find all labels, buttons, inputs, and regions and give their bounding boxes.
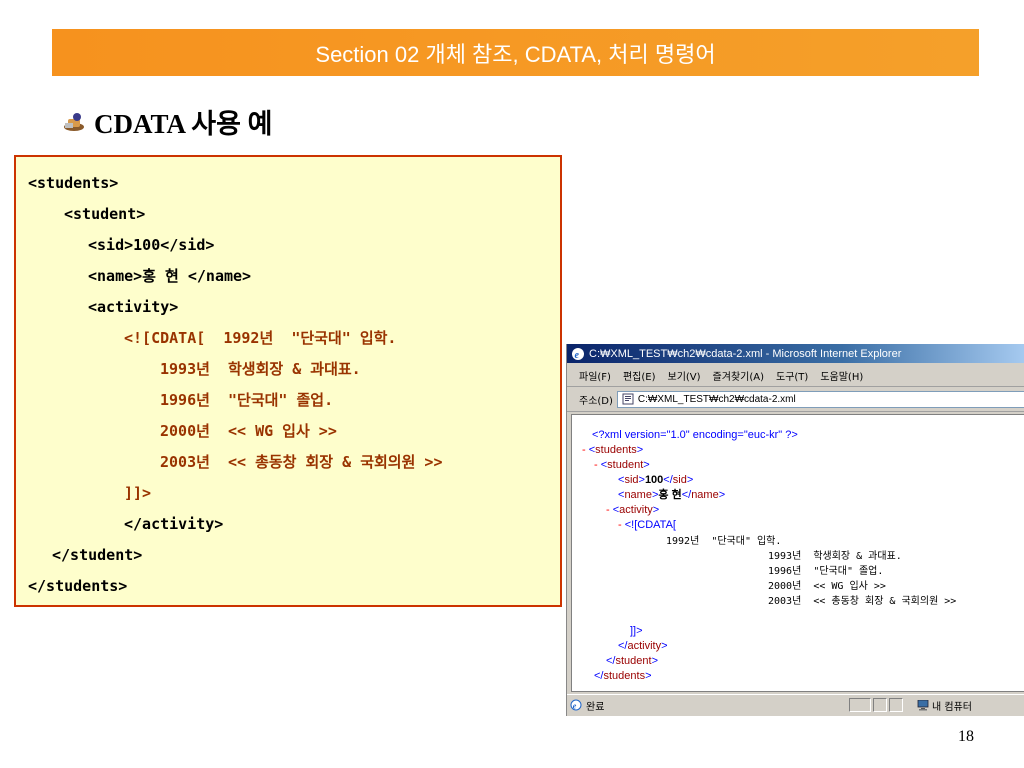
- code-line: <students>: [28, 174, 119, 192]
- svg-text:e: e: [573, 702, 577, 711]
- xml-declaration: <?xml version="1.0" encoding="euc-kr" ?>: [592, 429, 798, 442]
- cdata-text-line: 1993년 학생회장 & 과대표.: [768, 551, 902, 562]
- xml-node-student[interactable]: - <student>: [594, 459, 650, 472]
- code-line: <activity>: [88, 298, 179, 316]
- page-number: 18: [958, 728, 974, 745]
- page-done-icon: e: [570, 699, 582, 711]
- menu-tools[interactable]: 도구(T): [776, 368, 808, 383]
- browser-title-bar[interactable]: e C:₩XML_TEST₩ch2₩cdata-2.xml - Microsof…: [567, 344, 1024, 363]
- xml-node-cdata[interactable]: - <![CDATA[: [618, 519, 676, 532]
- menu-file[interactable]: 파일(F): [579, 368, 611, 383]
- code-line: 2003년 << 총동창 회장 & 국회의원 >>: [160, 453, 443, 471]
- xml-tag: student: [607, 459, 644, 471]
- code-example-box: <students> <student> <sid>100</sid> <nam…: [14, 155, 562, 607]
- address-bar: 주소(D) C:₩XML_TEST₩ch2₩cdata-2.xml: [567, 387, 1024, 412]
- code-line: 1993년 학생회장 & 과대표.: [160, 360, 361, 378]
- cdata-text-line: 2003년 << 총동창 회장 & 국회의원 >>: [768, 596, 957, 607]
- browser-menu-bar: 파일(F) 편집(E) 보기(V) 즐겨찾기(A) 도구(T) 도움말(H): [567, 364, 1024, 387]
- cdata-text-line: 2000년 << WG 입사 >>: [768, 581, 886, 592]
- address-value: C:₩XML_TEST₩ch2₩cdata-2.xml: [637, 393, 796, 405]
- code-line: </students>: [28, 577, 128, 595]
- cdata-text-line: 1996년 "단국대" 졸업.: [768, 566, 884, 577]
- xml-close-activity: </activity>: [618, 640, 668, 652]
- status-pane: [873, 698, 887, 712]
- xml-pi-text: <?xml version="1.0" encoding="euc-kr" ?>: [592, 429, 798, 441]
- document-icon: [622, 393, 634, 405]
- code-line: <sid>100</sid>: [88, 236, 215, 254]
- cdata-close: ]]>: [630, 625, 643, 637]
- xml-name-value: 홍 현: [658, 489, 682, 501]
- browser-title: C:₩XML_TEST₩ch2₩cdata-2.xml - Microsoft …: [589, 347, 902, 360]
- code-line: ]]>: [124, 484, 152, 502]
- address-label: 주소(D): [579, 395, 613, 407]
- svg-text:e: e: [575, 350, 580, 361]
- slide-title-bar: Section 02 개체 참조, CDATA, 처리 명령어: [52, 29, 979, 76]
- collapse-toggle[interactable]: -: [606, 504, 610, 516]
- bullet-icon: [64, 112, 84, 131]
- code-line: <name>홍 현 </name>: [88, 267, 252, 285]
- address-input[interactable]: C:₩XML_TEST₩ch2₩cdata-2.xml: [616, 390, 1024, 408]
- security-zone: 내 컴퓨터: [917, 698, 972, 713]
- menu-edit[interactable]: 편집(E): [623, 368, 656, 383]
- slide-title: Section 02 개체 참조, CDATA, 처리 명령어: [315, 41, 716, 67]
- cdata-open: <![CDATA[: [624, 519, 676, 531]
- status-pane: [889, 698, 903, 712]
- xml-sid-value: 100: [644, 474, 664, 486]
- xml-node-sid: <sid>100</sid>: [618, 474, 694, 486]
- menu-help[interactable]: 도움말(H): [820, 368, 863, 383]
- code-line: </student>: [52, 546, 143, 564]
- code-line: 2000년 << WG 입사 >>: [160, 422, 337, 440]
- slide-heading: CDATA 사용 예: [62, 102, 273, 141]
- heading-text: CDATA 사용 예: [94, 109, 273, 139]
- status-bar: e 완료 내 컴퓨터: [567, 694, 1024, 715]
- xml-tag: students: [595, 444, 637, 456]
- code-line: 1996년 "단국대" 졸업.: [160, 391, 334, 409]
- code-line: </activity>: [124, 515, 224, 533]
- xml-node-activity[interactable]: - <activity>: [606, 504, 659, 517]
- xml-view: <?xml version="1.0" encoding="euc-kr" ?>…: [571, 414, 1024, 692]
- collapse-toggle[interactable]: -: [618, 519, 622, 531]
- status-pane: [849, 698, 871, 712]
- status-text: 완료: [586, 701, 605, 713]
- code-line: <![CDATA[ 1992년 "단국대" 입학.: [124, 329, 397, 347]
- xml-node-name: <name>홍 현</name>: [618, 489, 726, 501]
- zone-text: 내 컴퓨터: [932, 702, 972, 713]
- cdata-text-line: 1992년 "단국대" 입학.: [666, 536, 782, 547]
- computer-icon: [917, 700, 929, 711]
- xml-close-student: </student>: [606, 655, 659, 667]
- xml-node-students[interactable]: - <students>: [582, 444, 643, 457]
- collapse-toggle[interactable]: -: [582, 444, 586, 456]
- menu-view[interactable]: 보기(V): [668, 368, 701, 383]
- browser-window: e C:₩XML_TEST₩ch2₩cdata-2.xml - Microsof…: [566, 344, 1024, 716]
- code-line: <student>: [64, 205, 146, 223]
- xml-close-students: </students>: [594, 670, 652, 682]
- ie-logo-icon: e: [572, 347, 584, 361]
- collapse-toggle[interactable]: -: [594, 459, 598, 471]
- menu-favorites[interactable]: 즐겨찾기(A): [713, 368, 764, 383]
